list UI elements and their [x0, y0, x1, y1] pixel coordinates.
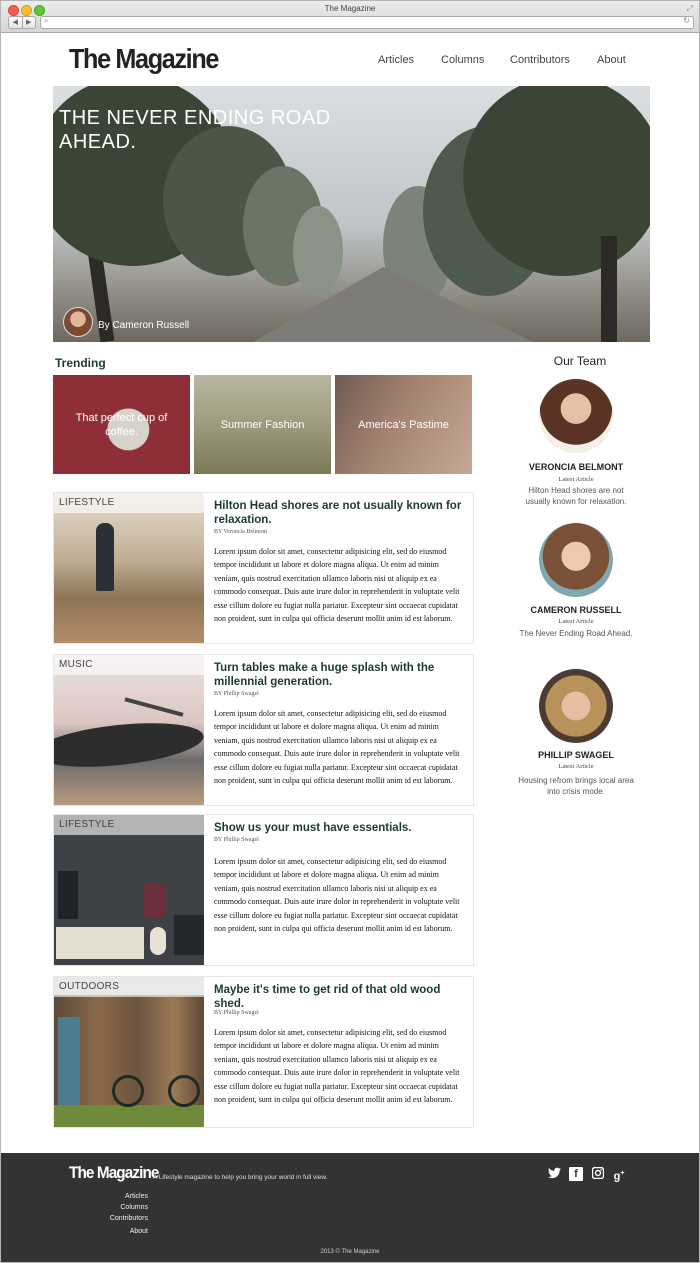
trending-tile-coffee[interactable]: That perfect cup of coffee.	[53, 375, 190, 474]
footer-tagline: A Lifestyle magazine to help you bring y…	[153, 1174, 328, 1181]
trending-tile-fashion[interactable]: Summer Fashion	[194, 375, 331, 474]
article-title[interactable]: Hilton Head shores are not usually known…	[214, 499, 466, 527]
article-category: LIFESTYLE	[54, 493, 204, 513]
team-member-name[interactable]: PHILLIP SWAGEL	[511, 750, 641, 760]
article-title[interactable]: Show us your must have essentials.	[214, 821, 466, 835]
article-excerpt: Lorem ipsum dolor sit amet, consectetur …	[214, 1028, 460, 1105]
article-image: LIFESTYLE	[54, 493, 204, 643]
facebook-icon[interactable]: f	[569, 1167, 583, 1181]
trending-tile-pastime[interactable]: America's Pastime	[335, 375, 472, 474]
footer-link-articles[interactable]: Articles	[48, 1193, 148, 1200]
article-byline: BY Veroncia Belmont	[214, 529, 267, 535]
browser-window: The Magazine ⤢ ◀ ▶ ⌕ ↻ The Magazine Arti…	[0, 0, 700, 1263]
team-member-label: Latest Article	[558, 476, 594, 483]
article-card[interactable]: LIFESTYLE Show us your must have essenti…	[53, 814, 474, 966]
hero-title[interactable]: THE NEVER ENDING ROAD AHEAD.	[59, 106, 359, 154]
avatar[interactable]	[539, 523, 613, 597]
nav-about[interactable]: About	[597, 54, 626, 66]
nav-contributors[interactable]: Contributors	[510, 54, 570, 66]
back-button[interactable]: ◀	[9, 17, 23, 28]
article-category: LIFESTYLE	[54, 815, 204, 835]
copyright-text: 2013 © The Magazine	[320, 1249, 380, 1255]
article-byline: BY Phillip Swagel	[214, 691, 259, 697]
article-card[interactable]: LIFESTYLE Hilton Head shores are not usu…	[53, 492, 474, 644]
team-member-article[interactable]: Housing refrom brings local area into cr…	[516, 775, 636, 797]
article-image: OUTDOORS	[54, 977, 204, 1127]
footer-link-contributors[interactable]: Contributors	[48, 1215, 148, 1222]
article-excerpt: Lorem ipsum dolor sit amet, consectetur …	[214, 857, 460, 934]
author-avatar	[63, 307, 93, 337]
window-title: The Magazine	[324, 4, 376, 13]
article-byline: BY Phillip Swagel	[214, 837, 259, 843]
instagram-icon[interactable]	[591, 1166, 605, 1181]
article-excerpt: Lorem ipsum dolor sit amet, consectetur …	[214, 547, 460, 624]
nav-articles[interactable]: Articles	[378, 54, 414, 66]
google-plus-icon[interactable]: g+	[612, 1167, 626, 1183]
article-byline: BY Phillip Swagel	[214, 1010, 259, 1016]
avatar[interactable]	[539, 669, 613, 743]
avatar[interactable]	[539, 379, 613, 453]
hero-feature[interactable]: THE NEVER ENDING ROAD AHEAD. By Cameron …	[53, 86, 650, 342]
fullscreen-icon[interactable]: ⤢	[687, 4, 693, 14]
article-category: OUTDOORS	[54, 977, 204, 997]
footer-link-columns[interactable]: Columns	[48, 1204, 148, 1211]
road	[253, 267, 533, 342]
team-member-article[interactable]: Hilton Head shores are not usually known…	[516, 485, 636, 507]
trending-label: America's Pastime	[358, 418, 449, 431]
forward-button[interactable]: ▶	[23, 17, 36, 28]
trending-label: Summer Fashion	[220, 418, 305, 431]
browser-toolbar: The Magazine ⤢ ◀ ▶ ⌕ ↻	[1, 1, 699, 33]
reload-icon[interactable]: ↻	[683, 16, 690, 25]
article-image: MUSIC	[54, 655, 204, 805]
team-member-label: Latest Article	[558, 763, 594, 770]
article-card[interactable]: MUSIC Turn tables make a huge splash wit…	[53, 654, 474, 806]
site-footer: The Magazine A Lifestyle magazine to hel…	[1, 1153, 699, 1262]
team-member-name[interactable]: CAMERON RUSSELL	[511, 605, 641, 615]
hero-byline: By Cameron Russell	[98, 320, 190, 331]
search-icon: ⌕	[44, 16, 49, 25]
article-excerpt: Lorem ipsum dolor sit amet, consectetur …	[214, 709, 460, 786]
footer-logo[interactable]: The Magazine	[69, 1163, 159, 1183]
twitter-icon[interactable]	[547, 1167, 561, 1181]
history-nav: ◀ ▶	[8, 16, 36, 29]
team-member-name[interactable]: VERONCIA BELMONT	[511, 462, 641, 472]
address-bar[interactable]: ⌕ ↻	[40, 16, 694, 29]
team-heading: Our Team	[553, 354, 607, 368]
site-logo[interactable]: The Magazine	[69, 43, 219, 75]
article-category: MUSIC	[54, 655, 204, 675]
team-member-label: Latest Article	[558, 618, 594, 625]
footer-link-about[interactable]: About	[48, 1228, 148, 1235]
trending-heading: Trending	[55, 356, 106, 370]
team-member-article[interactable]: The Never Ending Road Ahead.	[516, 628, 636, 639]
article-title[interactable]: Maybe it's time to get rid of that old w…	[214, 983, 466, 1011]
article-title[interactable]: Turn tables make a huge splash with the …	[214, 661, 466, 689]
article-image: LIFESTYLE	[54, 815, 204, 965]
article-card[interactable]: OUTDOORS Maybe it's time to get rid of t…	[53, 976, 474, 1128]
trending-label: That perfect cup of coffee.	[75, 411, 168, 438]
nav-columns[interactable]: Columns	[441, 54, 484, 66]
